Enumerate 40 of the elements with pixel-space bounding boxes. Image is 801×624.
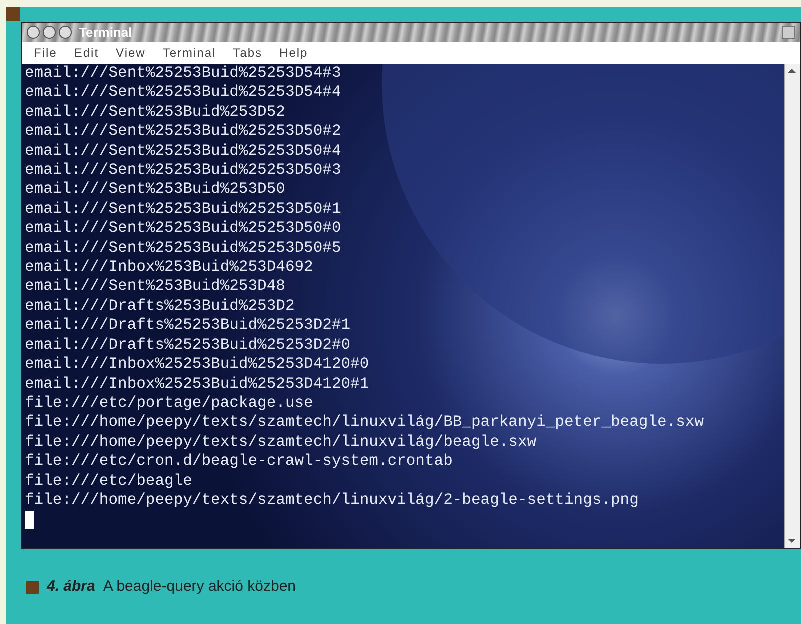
menu-item[interactable]: Terminal <box>162 44 216 62</box>
output-line: email:///Inbox%253Buid%253D4692 <box>25 258 314 278</box>
menu-item[interactable]: Tabs <box>233 44 263 62</box>
output-line: email:///Drafts%25253Buid%25253D2#1 <box>25 316 351 336</box>
window-title: Terminal <box>79 26 132 39</box>
menu-item[interactable]: View <box>116 44 146 62</box>
output-line: email:///Drafts%25253Buid%25253D2#0 <box>25 336 351 356</box>
scrollbar[interactable] <box>784 64 800 548</box>
output-line: file:///home/peepy/texts/szamtech/linuxvilág/2-beagle-settings.png <box>25 490 639 510</box>
output-line: email:///Sent%253Buid%253D52 <box>25 102 286 122</box>
output-line: email:///Sent%25253Buid%25253D54#3 <box>25 64 342 84</box>
output-line: file:///etc/cron.d/beagle-crawl-system.crontab <box>25 452 453 472</box>
window-control-icon[interactable] <box>27 26 40 39</box>
output-line: email:///Inbox%25253Buid%25253D4120#0 <box>25 355 370 374</box>
output-line: file:///home/peepy/texts/szamtech/linuxvilág/BB_parkanyi_peter_beagle.sxw <box>25 413 704 433</box>
figure-label: 4. ábra <box>47 577 96 597</box>
output-line: email:///Sent%25253Buid%25253D54#4 <box>25 83 342 103</box>
output-line: file:///home/peepy/texts/szamtech/linuxvilág/beagle.sxw <box>25 432 537 452</box>
output-line: email:///Drafts%253Buid%253D2 <box>25 296 295 316</box>
output-line: file:///etc/beagle <box>25 472 192 491</box>
output-line: email:///Sent%253Buid%253D48 <box>25 277 286 297</box>
output-line: email:///Sent%25253Buid%25253D50#2 <box>25 122 342 142</box>
caption-text: A beagle-query akció közben <box>103 577 296 597</box>
cursor <box>25 511 34 530</box>
menu-item[interactable]: File <box>34 44 58 62</box>
output-line: email:///Sent%25253Buid%25253D50#4 <box>25 142 342 162</box>
output-line: file:///etc/portage/package.use <box>25 394 314 414</box>
output-line: email:///Sent%25253Buid%25253D50#1 <box>25 200 342 220</box>
corner-marker <box>6 7 20 21</box>
caption-marker <box>26 580 39 594</box>
output-line: email:///Sent%253Buid%253D50 <box>25 180 286 200</box>
output-line: email:///Sent%25253Buid%25253D50#3 <box>25 161 342 180</box>
output-line: email:///Sent%25253Buid%25253D50#0 <box>25 219 342 239</box>
menu-item[interactable]: Help <box>280 44 308 62</box>
output-line: email:///Sent%25253Buid%25253D50#5 <box>25 238 342 258</box>
maximize-icon[interactable] <box>782 26 795 39</box>
menu-item[interactable]: Edit <box>74 44 100 62</box>
window-control-icon[interactable] <box>59 26 72 39</box>
output-line: email:///Inbox%25253Buid%25253D4120#1 <box>25 374 370 394</box>
window-control-icon[interactable] <box>43 26 56 39</box>
